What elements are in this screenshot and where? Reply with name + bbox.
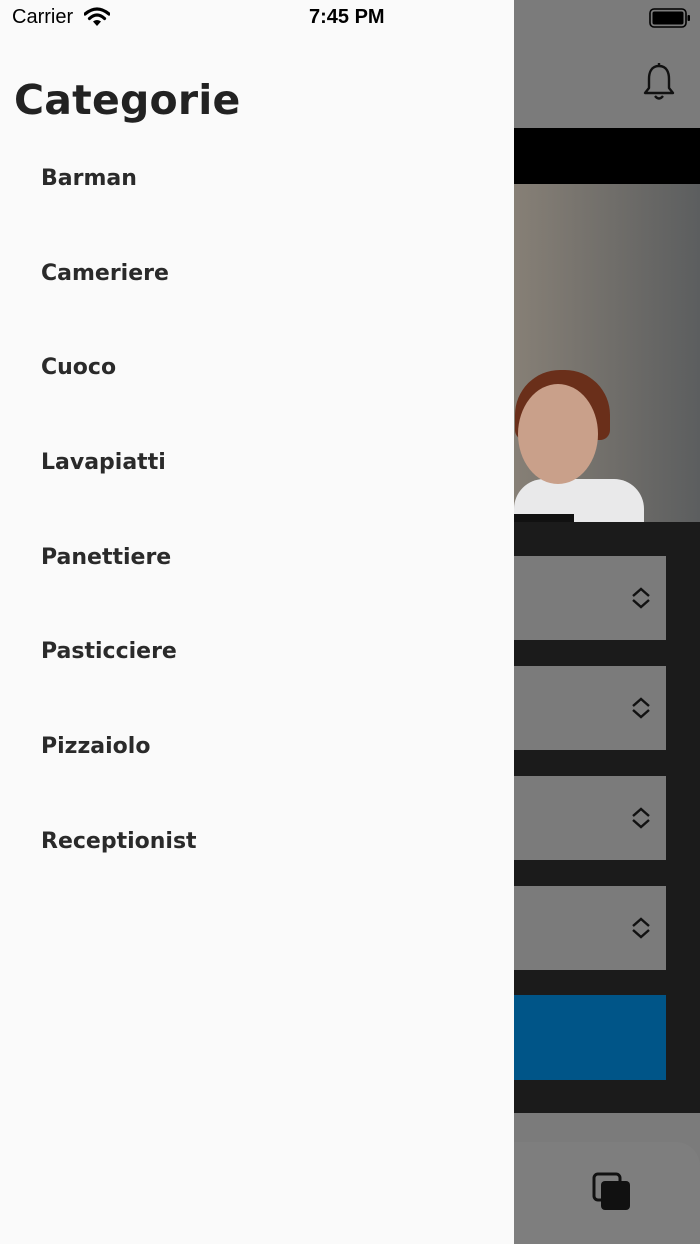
chevron-up-down-icon — [632, 917, 650, 939]
category-item-panettiere[interactable]: Panettiere — [0, 510, 514, 605]
chevron-up-down-icon — [632, 587, 650, 609]
carrier-label: Carrier — [12, 6, 74, 28]
category-item-receptionist[interactable]: Receptionist — [0, 794, 514, 889]
category-item-cuoco[interactable]: Cuoco — [0, 320, 514, 415]
wifi-icon — [84, 7, 110, 26]
bell-icon[interactable] — [640, 62, 678, 102]
category-item-cameriere[interactable]: Cameriere — [0, 226, 514, 321]
category-item-barman[interactable]: Barman — [0, 131, 514, 226]
battery-icon — [649, 8, 690, 28]
category-item-pizzaiolo[interactable]: Pizzaiolo — [0, 699, 514, 794]
status-time: 7:45 PM — [309, 6, 385, 28]
categories-drawer: Categorie Barman Cameriere Cuoco Lavapia… — [0, 0, 514, 1244]
copy-icon[interactable] — [592, 1172, 632, 1212]
category-item-lavapiatti[interactable]: Lavapiatti — [0, 415, 514, 510]
chevron-up-down-icon — [632, 807, 650, 829]
category-item-pasticciere[interactable]: Pasticciere — [0, 604, 514, 699]
chevron-up-down-icon — [632, 697, 650, 719]
status-bar: Carrier 7:45 PM — [0, 0, 700, 36]
category-list: Barman Cameriere Cuoco Lavapiatti Panett… — [0, 131, 514, 889]
drawer-title: Categorie — [14, 76, 241, 124]
